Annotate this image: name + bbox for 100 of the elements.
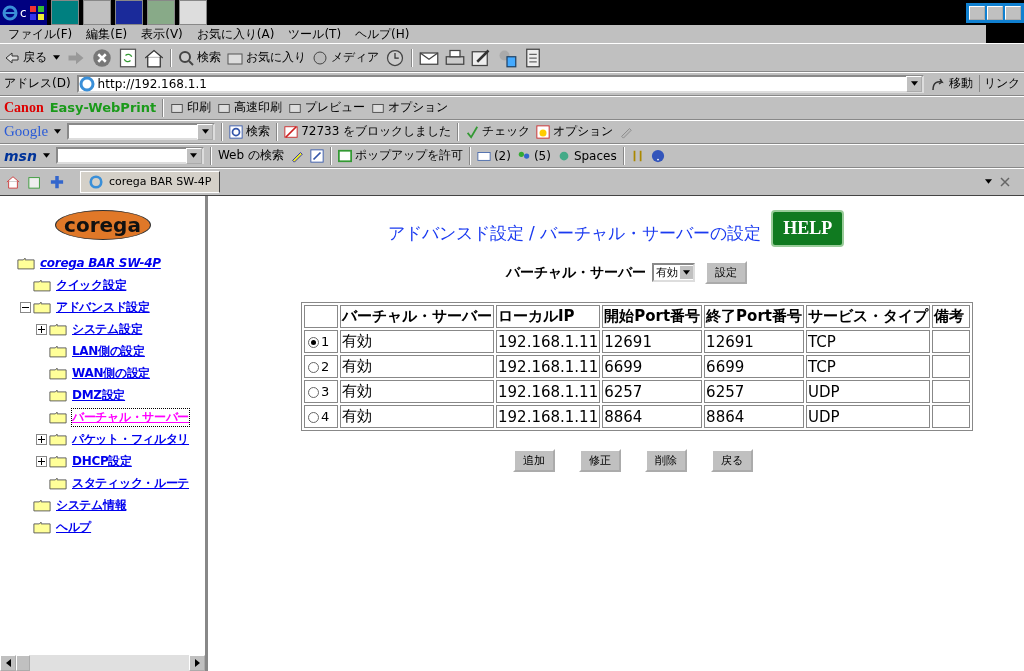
tree-link[interactable]: DMZ設定 [72, 386, 126, 404]
tree-link[interactable]: DHCP設定 [72, 452, 132, 470]
expand-toggle[interactable] [20, 301, 31, 313]
options-button[interactable]: オプション [536, 123, 614, 140]
action-button[interactable]: 追加 [513, 449, 555, 472]
page-icon [89, 174, 103, 189]
tree-link[interactable]: LAN側の設定 [72, 342, 145, 360]
table-cell: 12691 [604, 332, 652, 351]
edit-icon[interactable] [309, 148, 324, 163]
caret-icon[interactable] [53, 55, 60, 60]
spaces-button[interactable]: Spaces [556, 148, 617, 163]
table-cell: 192.168.1.11 [498, 332, 599, 351]
history-icon[interactable] [385, 47, 405, 68]
scrollbar-thumb[interactable] [16, 655, 30, 671]
blocked-icon [284, 124, 299, 139]
mail-button[interactable]: (2) [476, 148, 511, 163]
popup-button[interactable]: ポップアップを許可 [337, 147, 463, 164]
expand-toggle[interactable] [36, 433, 47, 445]
table-cell: 8864 [706, 407, 745, 426]
tree-link[interactable]: スタティック・ルーテ [72, 474, 189, 492]
favorites-button[interactable]: お気に入り [227, 49, 306, 66]
table-cell: 192.168.1.11 [498, 407, 599, 426]
restore-button[interactable] [987, 5, 1003, 20]
disc-icon [312, 49, 328, 66]
web-search-button[interactable]: Web の検索 [217, 147, 284, 164]
back-button[interactable]: 戻る [4, 49, 47, 66]
menu-item[interactable]: 編集(E) [86, 25, 128, 43]
app-icon[interactable] [50, 0, 79, 25]
help-icon[interactable] [650, 148, 665, 163]
caret-icon[interactable] [42, 153, 50, 158]
menu-item[interactable]: ヘルプ(H) [355, 25, 410, 43]
menu-item[interactable]: 表示(V) [141, 25, 183, 43]
caret-icon[interactable] [985, 179, 992, 184]
table-cell: 6257 [604, 382, 643, 401]
table-cell: 有効 [342, 357, 372, 375]
scroll-right-button[interactable] [189, 655, 205, 671]
caret-icon[interactable] [54, 129, 62, 134]
expand-toggle[interactable] [36, 323, 47, 335]
scroll-left-button[interactable] [0, 655, 16, 671]
go-button[interactable]: 移動 [930, 75, 973, 92]
table-cell: 6699 [604, 357, 643, 376]
refresh-icon[interactable] [118, 47, 138, 68]
tree-link[interactable]: アドバンスド設定 [56, 298, 150, 316]
browser-tab[interactable]: corega BAR SW-4P [80, 170, 221, 193]
links-button[interactable]: リンク [979, 75, 1020, 92]
print-icon[interactable] [445, 47, 465, 68]
msn-logo: msn [4, 147, 37, 164]
row-number: 4 [321, 409, 330, 424]
spellcheck-button[interactable]: チェック [465, 123, 531, 140]
home-icon[interactable] [144, 47, 164, 68]
tree-link[interactable]: パケット・フィルタリ [72, 430, 189, 448]
toolbar-button[interactable]: 高速印刷 [217, 99, 283, 116]
toolbar-button[interactable]: 印刷 [170, 99, 212, 116]
tree-link[interactable]: システム設定 [72, 320, 143, 338]
action-button[interactable]: 修正 [579, 449, 621, 472]
tree-link[interactable]: クイック設定 [56, 276, 127, 294]
app-icon[interactable] [82, 0, 111, 25]
search-button[interactable]: 検索 [178, 49, 221, 66]
tree-link[interactable]: ヘルプ [56, 518, 92, 536]
caret-icon [682, 270, 690, 275]
table-cell: UDP [807, 382, 840, 401]
status-select[interactable]: 有効 [651, 263, 695, 282]
action-button[interactable]: 削除 [645, 449, 687, 472]
caret-icon[interactable] [190, 153, 198, 158]
taskbar-button[interactable]: c [0, 0, 47, 25]
popup-blocker-button[interactable]: 72733 をブロックしました [284, 123, 452, 140]
table-cell: 有効 [342, 332, 372, 350]
tree-link[interactable]: corega BAR SW-4P [40, 256, 161, 270]
corega-logo: corega [54, 210, 151, 240]
dropdown-button[interactable] [906, 75, 922, 92]
toolbar-button[interactable]: オプション [371, 99, 449, 116]
search-button[interactable]: 検索 [229, 123, 271, 140]
table-cell: 192.168.1.11 [498, 382, 599, 401]
help-button[interactable]: HELP [771, 210, 845, 247]
search-field[interactable] [67, 123, 216, 140]
action-button[interactable]: 戻る [711, 449, 753, 472]
contacts-button[interactable]: (5) [516, 148, 551, 163]
menu-item[interactable]: ファイル(F) [8, 25, 73, 43]
minimize-button[interactable] [969, 5, 985, 20]
menu-item[interactable]: ツール(T) [288, 25, 342, 43]
document-icon[interactable] [523, 47, 543, 68]
stop-icon[interactable] [92, 47, 112, 68]
expand-toggle[interactable] [36, 455, 47, 467]
row-number: 3 [321, 384, 330, 399]
table-cell: 12691 [706, 332, 754, 351]
search-field[interactable] [55, 147, 204, 164]
tree-link[interactable]: システム情報 [56, 496, 127, 514]
menu-item[interactable]: お気に入り(A) [196, 25, 275, 43]
close-button[interactable] [1005, 5, 1021, 20]
media-button[interactable]: メディア [312, 49, 379, 66]
caret-icon[interactable] [201, 129, 209, 134]
apply-button[interactable]: 設定 [704, 261, 747, 284]
address-field[interactable]: http://192.168.1.1 [76, 74, 924, 93]
close-icon[interactable] [1000, 176, 1010, 187]
plus-icon[interactable] [50, 174, 64, 189]
edit-icon[interactable] [471, 47, 491, 68]
google-logo: Google [4, 123, 49, 140]
tree-link[interactable]: WAN側の設定 [72, 364, 150, 382]
toolbar-button[interactable]: プレビュー [288, 99, 366, 116]
table-cell: 192.168.1.11 [498, 357, 599, 376]
